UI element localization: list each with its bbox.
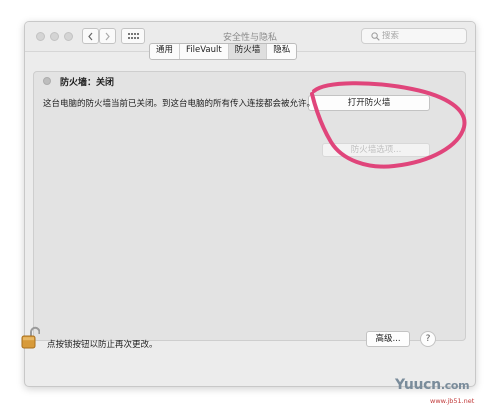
chevron-right-icon: [105, 32, 110, 40]
firewall-description: 这台电脑的防火墙当前已关闭。到这台电脑的所有传入连接都会被允许。: [43, 99, 316, 109]
lock-icon[interactable]: [20, 325, 40, 351]
firewall-panel: [33, 71, 466, 341]
tab-filevault[interactable]: FileVault: [180, 44, 229, 59]
turn-on-firewall-button[interactable]: 打开防火墙: [308, 95, 430, 111]
watermark-brand: Yuucn: [395, 377, 441, 393]
minimize-icon[interactable]: [50, 32, 59, 41]
help-button[interactable]: ?: [420, 331, 436, 347]
zoom-icon[interactable]: [64, 32, 73, 41]
chevron-left-icon: [88, 32, 93, 40]
search-field[interactable]: [361, 28, 467, 44]
search-icon: [371, 32, 380, 41]
watermark: Yuucn.com www.jb51.net: [395, 377, 474, 405]
grid-icon: [127, 32, 139, 39]
close-icon[interactable]: [36, 32, 45, 41]
show-all-button[interactable]: [121, 28, 145, 44]
firewall-options-button[interactable]: 防火墙选项...: [322, 143, 430, 157]
back-button[interactable]: [82, 28, 99, 44]
tab-general[interactable]: 通用: [150, 44, 181, 59]
watermark-site: www.jb51.net: [430, 397, 475, 405]
watermark-domain: .com: [440, 379, 470, 392]
forward-button[interactable]: [99, 28, 116, 44]
firewall-status-label: 防火墙：关闭: [60, 78, 115, 88]
advanced-button[interactable]: 高级...: [366, 331, 410, 347]
window-title: 安全性与隐私: [222, 33, 277, 43]
firewall-status-indicator: [43, 77, 51, 85]
tab-bar: 通用 FileVault 防火墙 隐私: [149, 43, 298, 60]
search-input[interactable]: [382, 31, 442, 41]
lock-hint-text: 点按锁按钮以防止再次更改。: [47, 340, 158, 350]
tab-firewall[interactable]: 防火墙: [228, 44, 268, 59]
tab-privacy[interactable]: 隐私: [267, 44, 296, 59]
